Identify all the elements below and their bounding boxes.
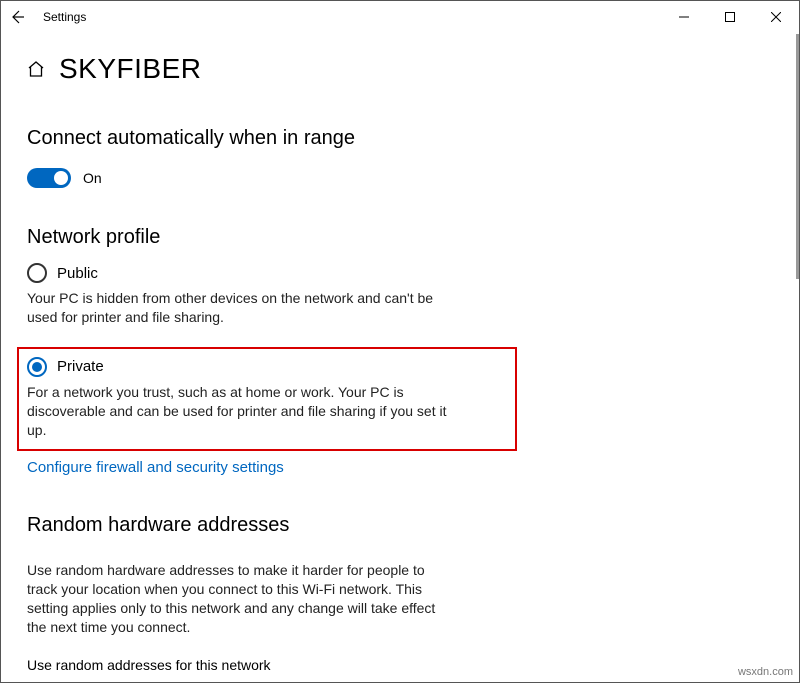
minimize-button[interactable] — [661, 1, 707, 33]
auto-connect-toggle-row: On — [27, 168, 773, 188]
home-icon[interactable] — [27, 60, 45, 78]
radio-private[interactable]: Private — [27, 357, 507, 377]
watermark: wsxdn.com — [738, 666, 793, 678]
page-header: SKYFIBER — [27, 53, 773, 85]
auto-connect-toggle[interactable] — [27, 168, 71, 188]
radio-private-label: Private — [57, 358, 104, 375]
random-hw-sub-label: Use random addresses for this network — [27, 657, 773, 673]
radio-private-indicator — [27, 357, 47, 377]
firewall-link[interactable]: Configure firewall and security settings — [27, 459, 284, 476]
auto-connect-state: On — [83, 170, 102, 186]
page-title: SKYFIBER — [59, 53, 201, 85]
maximize-button[interactable] — [707, 1, 753, 33]
random-hw-heading: Random hardware addresses — [27, 514, 773, 537]
private-desc: For a network you trust, such as at home… — [27, 383, 467, 440]
titlebar: Settings — [1, 1, 799, 33]
titlebar-left: Settings — [9, 9, 86, 25]
close-button[interactable] — [753, 1, 799, 33]
back-button[interactable] — [9, 9, 25, 25]
radio-public-indicator — [27, 263, 47, 283]
auto-connect-heading: Connect automatically when in range — [27, 127, 773, 150]
radio-public-label: Public — [57, 265, 98, 282]
window-title: Settings — [43, 10, 86, 24]
radio-public[interactable]: Public — [27, 263, 773, 283]
content-area: SKYFIBER Connect automatically when in r… — [1, 33, 799, 682]
private-highlight: Private For a network you trust, such as… — [17, 347, 517, 452]
public-desc: Your PC is hidden from other devices on … — [27, 289, 467, 327]
random-hw-desc: Use random hardware addresses to make it… — [27, 561, 457, 637]
network-profile-heading: Network profile — [27, 226, 773, 249]
window-controls — [661, 1, 799, 33]
